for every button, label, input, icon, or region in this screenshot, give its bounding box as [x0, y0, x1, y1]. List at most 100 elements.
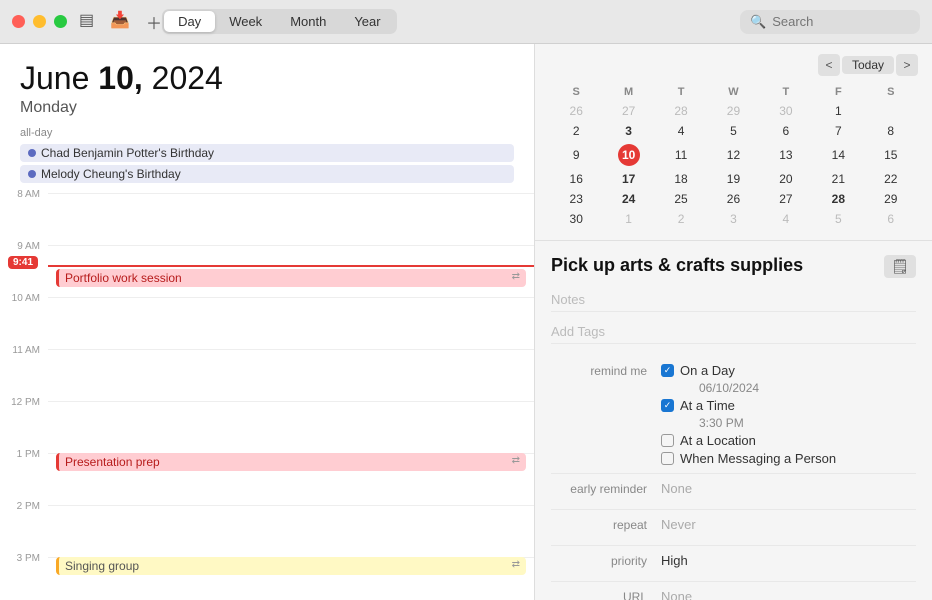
field-value-early-reminder[interactable]: None: [661, 481, 916, 496]
all-day-event-2[interactable]: Melody Cheung's Birthday: [20, 165, 514, 183]
sidebar-toggle-icon[interactable]: ▤: [79, 10, 94, 34]
view-day-button[interactable]: Day: [164, 11, 215, 32]
prev-month-button[interactable]: <: [818, 54, 840, 76]
cal-day[interactable]: 13: [761, 142, 811, 168]
remind-when-messaging[interactable]: When Messaging a Person: [661, 451, 916, 466]
event-portfolio[interactable]: Portfolio work session ⇄: [56, 269, 526, 287]
time-row-8am: 8 AM: [0, 187, 534, 239]
view-week-button[interactable]: Week: [215, 11, 276, 32]
checkbox-when-messaging[interactable]: [661, 452, 674, 465]
cal-day[interactable]: 27: [761, 190, 811, 208]
cal-day[interactable]: 27: [603, 102, 653, 120]
view-month-button[interactable]: Month: [276, 11, 340, 32]
cal-day[interactable]: 30: [761, 102, 811, 120]
minimize-button[interactable]: [33, 15, 46, 28]
event-presentation-label: Presentation prep: [65, 455, 160, 469]
cal-day[interactable]: 22: [866, 170, 916, 188]
cal-day[interactable]: 24: [603, 190, 653, 208]
task-notes-field[interactable]: Notes: [551, 288, 916, 312]
add-icon[interactable]: ＋: [146, 10, 162, 34]
cal-header-tue: T: [656, 84, 706, 100]
field-value-url[interactable]: None: [661, 589, 916, 600]
today-button[interactable]: Today: [842, 56, 894, 74]
maximize-button[interactable]: [54, 15, 67, 28]
field-label-priority: priority: [551, 553, 661, 568]
cal-day[interactable]: 4: [656, 122, 706, 140]
search-input[interactable]: [772, 14, 892, 29]
cal-day[interactable]: 18: [656, 170, 706, 188]
mini-calendar: < Today > S M T W T F S: [535, 44, 932, 241]
cal-day[interactable]: 16: [551, 170, 601, 188]
cal-day[interactable]: 2: [656, 210, 706, 228]
cal-day[interactable]: 26: [708, 190, 758, 208]
remind-on-a-day[interactable]: ✓ On a Day: [661, 363, 916, 378]
field-label-url: URL: [551, 589, 661, 600]
cal-day[interactable]: 15: [866, 142, 916, 168]
mini-cal-nav: < Today >: [818, 54, 918, 76]
remind-at-location[interactable]: At a Location: [661, 433, 916, 448]
cal-week-5: 23 24 25 26 27 28 29: [551, 190, 916, 208]
event-dot-2: [28, 170, 36, 178]
cal-day[interactable]: 6: [866, 210, 916, 228]
cal-day[interactable]: 30: [551, 210, 601, 228]
cal-day[interactable]: 25: [656, 190, 706, 208]
at-a-time-value: 3:30 PM: [699, 416, 916, 430]
cal-day-today[interactable]: 10: [603, 142, 653, 168]
checkbox-on-a-day[interactable]: ✓: [661, 364, 674, 377]
field-label-early-reminder: early reminder: [551, 481, 661, 496]
field-value-repeat[interactable]: Never: [661, 517, 916, 532]
cal-day[interactable]: 1: [813, 102, 863, 120]
cal-day[interactable]: 28: [813, 190, 863, 208]
cal-day[interactable]: 14: [813, 142, 863, 168]
time-row-2pm: 2 PM: [0, 499, 534, 551]
cal-day[interactable]: 29: [866, 190, 916, 208]
cal-day[interactable]: 4: [761, 210, 811, 228]
next-month-button[interactable]: >: [896, 54, 918, 76]
cal-day[interactable]: 1: [603, 210, 653, 228]
event-presentation[interactable]: Presentation prep ⇄: [56, 453, 526, 471]
cal-day[interactable]: 8: [866, 122, 916, 140]
cal-day[interactable]: 21: [813, 170, 863, 188]
cal-day[interactable]: 3: [603, 122, 653, 140]
cal-day[interactable]: 7: [813, 122, 863, 140]
field-row-priority: priority High: [551, 546, 916, 582]
cal-day[interactable]: 23: [551, 190, 601, 208]
cal-day[interactable]: 6: [761, 122, 811, 140]
task-tags-field[interactable]: Add Tags: [551, 320, 916, 344]
field-value-priority[interactable]: High: [661, 553, 916, 568]
repeat-icon-singing: ⇄: [512, 559, 520, 570]
cal-day[interactable]: 26: [551, 102, 601, 120]
event-singing[interactable]: Singing group ⇄: [56, 557, 526, 575]
remind-at-a-time[interactable]: ✓ At a Time: [661, 398, 916, 413]
view-year-button[interactable]: Year: [340, 11, 394, 32]
cal-header-wed: W: [708, 84, 758, 100]
cal-day[interactable]: 5: [813, 210, 863, 228]
cal-day[interactable]: 28: [656, 102, 706, 120]
event-portfolio-label: Portfolio work session: [65, 271, 182, 285]
cal-day[interactable]: 11: [656, 142, 706, 168]
search-icon: 🔍: [750, 14, 766, 30]
checkbox-at-location[interactable]: [661, 434, 674, 447]
task-note-icon[interactable]: 🗒: [884, 255, 916, 278]
cal-day[interactable]: 29: [708, 102, 758, 120]
cal-day[interactable]: [866, 102, 916, 120]
cal-day[interactable]: 9: [551, 142, 601, 168]
cal-day[interactable]: 19: [708, 170, 758, 188]
all-day-event-label-1: Chad Benjamin Potter's Birthday: [41, 146, 214, 160]
checkbox-at-a-time[interactable]: ✓: [661, 399, 674, 412]
cal-day[interactable]: 3: [708, 210, 758, 228]
all-day-event-label-2: Melody Cheung's Birthday: [41, 167, 181, 181]
cal-day[interactable]: 17: [603, 170, 653, 188]
cal-day[interactable]: 2: [551, 122, 601, 140]
all-day-event-1[interactable]: Chad Benjamin Potter's Birthday: [20, 144, 514, 162]
inbox-icon[interactable]: 📥: [110, 10, 130, 34]
cal-week-1: 26 27 28 29 30 1: [551, 102, 916, 120]
date-year: 2024: [152, 60, 223, 96]
cal-day[interactable]: 20: [761, 170, 811, 188]
close-button[interactable]: [12, 15, 25, 28]
field-row-url: URL None: [551, 582, 916, 600]
search-bar[interactable]: 🔍: [740, 10, 920, 34]
cal-day[interactable]: 5: [708, 122, 758, 140]
cal-day[interactable]: 12: [708, 142, 758, 168]
cal-header-sun: S: [551, 84, 601, 100]
